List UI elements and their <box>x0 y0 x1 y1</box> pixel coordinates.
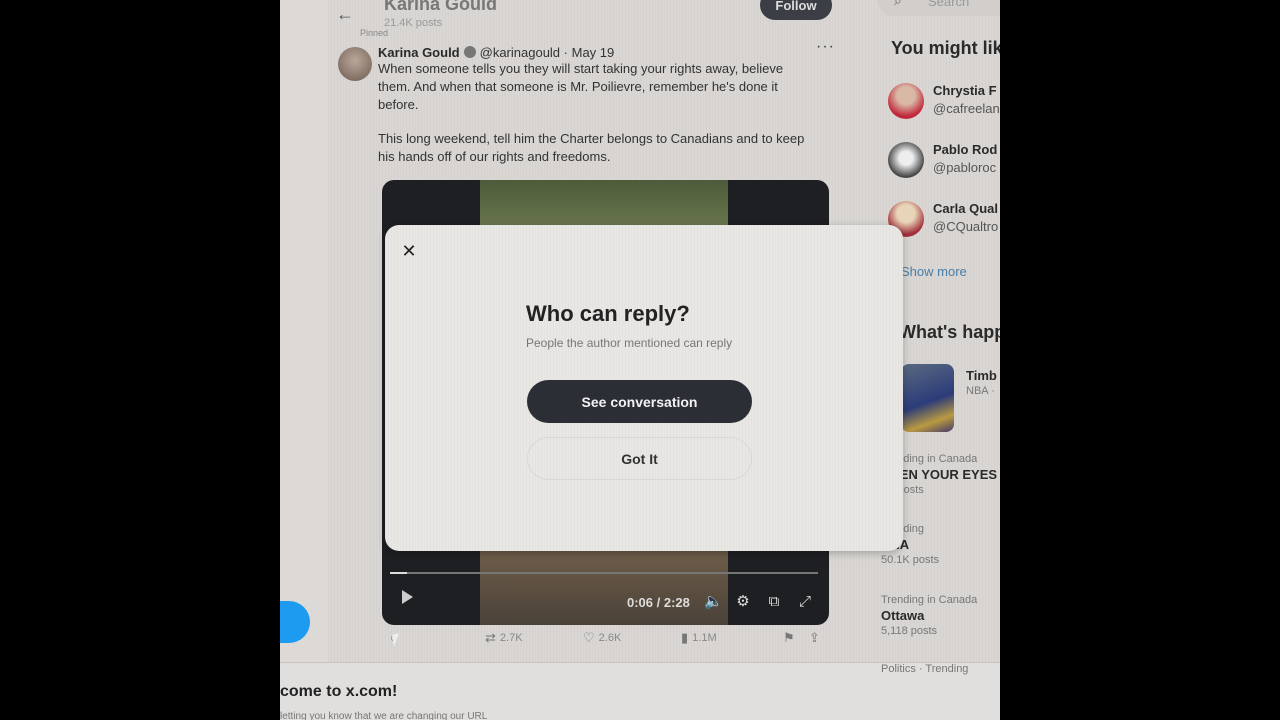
tweet-actions: ○ ⇄ 2.7K ♡ 2.6K ▮ 1.1M ⚑ ⇪ <box>390 630 830 652</box>
trend-topic: Ottawa <box>881 608 925 623</box>
video-progress-bar[interactable] <box>390 572 818 574</box>
happening-item[interactable]: Timb NBA · <box>966 366 997 397</box>
suggestion-name: Carla Qual <box>933 201 999 216</box>
happening-item-meta: NBA · <box>966 385 995 397</box>
author-avatar[interactable] <box>338 47 372 81</box>
video-progress-fill <box>390 572 408 574</box>
who-can-reply-dialog: ✕ Who can reply? People the author menti… <box>385 225 903 551</box>
suggestion-item[interactable]: Pablo Rod @pabloroc <box>888 142 1000 182</box>
trend-posts: 5,118 posts <box>881 625 938 637</box>
trend-posts: 50.1K posts <box>881 554 940 566</box>
tweet-paragraph: This long weekend, tell him the Charter … <box>378 131 805 164</box>
views-button[interactable]: ▮ 1.1M <box>681 630 717 646</box>
suggestion-name: Chrystia F <box>933 83 997 98</box>
trend-item[interactable]: Trending in Canada Ottawa 5,118 posts <box>881 594 977 637</box>
suggestion-item[interactable]: Chrystia F @cafreeland <box>888 83 1000 123</box>
suggestion-avatar <box>888 83 924 119</box>
like-count: 2.6K <box>598 632 622 644</box>
tweet-date[interactable]: · May 19 <box>564 45 615 60</box>
trend-item[interactable]: Politics · Trending <box>881 663 968 675</box>
dialog-subtitle: People the author mentioned can reply <box>526 336 733 350</box>
settings-gear-icon[interactable]: ⚙ <box>734 593 752 611</box>
see-conversation-button[interactable]: See conversation <box>527 380 752 423</box>
tweet-paragraph: When someone tells you they will start t… <box>378 61 784 112</box>
happening-title: What's happening <box>899 322 1000 342</box>
like-button[interactable]: ♡ 2.6K <box>583 630 621 646</box>
verified-badge-icon <box>463 46 476 58</box>
close-icon[interactable]: ✕ <box>399 241 419 261</box>
welcome-subtitle: letting you know that we are changing ou… <box>280 711 488 720</box>
dialog-title: Who can reply? <box>526 301 690 326</box>
welcome-title: come to x.com! <box>280 683 398 700</box>
suggestions-title: You might like <box>891 38 1000 58</box>
play-icon[interactable] <box>402 590 413 604</box>
profile-name: Karina Gould <box>384 0 498 14</box>
views-chart-icon: ▮ <box>681 630 689 645</box>
author-name[interactable]: Karina Gould <box>378 45 460 60</box>
follow-button[interactable]: Follow <box>760 0 832 20</box>
happening-item-title: Timb <box>966 368 997 383</box>
picture-in-picture-icon[interactable]: ⧉ <box>765 593 783 611</box>
suggestion-name: Pablo Rod <box>933 142 998 157</box>
volume-icon[interactable]: 🔈 <box>704 593 723 611</box>
got-it-button[interactable]: Got It <box>527 437 752 480</box>
suggestion-avatar <box>888 142 924 178</box>
heart-icon: ♡ <box>583 630 595 645</box>
browser-screen: ← Karina Gould 21.4K posts Follow Pinned… <box>280 0 1000 720</box>
suggestion-handle: @cafreeland <box>933 101 1000 116</box>
tweet-header: Karina Gould @karinagould · May 19 <box>378 45 614 60</box>
back-arrow-icon[interactable]: ← <box>336 4 354 25</box>
suggestion-handle: @CQualtro <box>933 219 999 234</box>
pinned-label: Pinned <box>360 28 389 38</box>
view-count: 1.1M <box>692 632 717 644</box>
share-button[interactable]: ⇪ <box>809 630 820 646</box>
fullscreen-icon[interactable]: ⤢ <box>796 593 814 611</box>
trend-context: Politics · Trending <box>881 663 969 675</box>
repost-count: 2.7K <box>499 632 523 644</box>
bookmark-icon: ⚑ <box>783 630 795 645</box>
tweet-text: When someone tells you they will start t… <box>378 60 818 182</box>
happening-thumbnail[interactable] <box>901 364 954 432</box>
more-options-icon[interactable]: ··· <box>816 38 835 56</box>
suggestion-handle: @pabloroc <box>933 160 997 175</box>
video-time: 0:06 / 2:28 <box>627 595 690 610</box>
profile-post-count: 21.4K posts <box>384 17 443 29</box>
author-handle[interactable]: @karinagould <box>480 45 560 60</box>
suggestion-item[interactable]: Carla Qual @CQualtro <box>888 201 1000 241</box>
show-more-link[interactable]: Show more <box>901 264 967 279</box>
share-icon: ⇪ <box>809 630 820 645</box>
search-placeholder: Search <box>928 0 970 9</box>
repost-icon: ⇄ <box>485 630 496 645</box>
search-icon: ⌕ <box>894 0 902 8</box>
bookmark-button[interactable]: ⚑ <box>783 630 795 646</box>
trend-context: Trending in Canada <box>881 594 978 606</box>
repost-button[interactable]: ⇄ 2.7K <box>485 630 523 646</box>
